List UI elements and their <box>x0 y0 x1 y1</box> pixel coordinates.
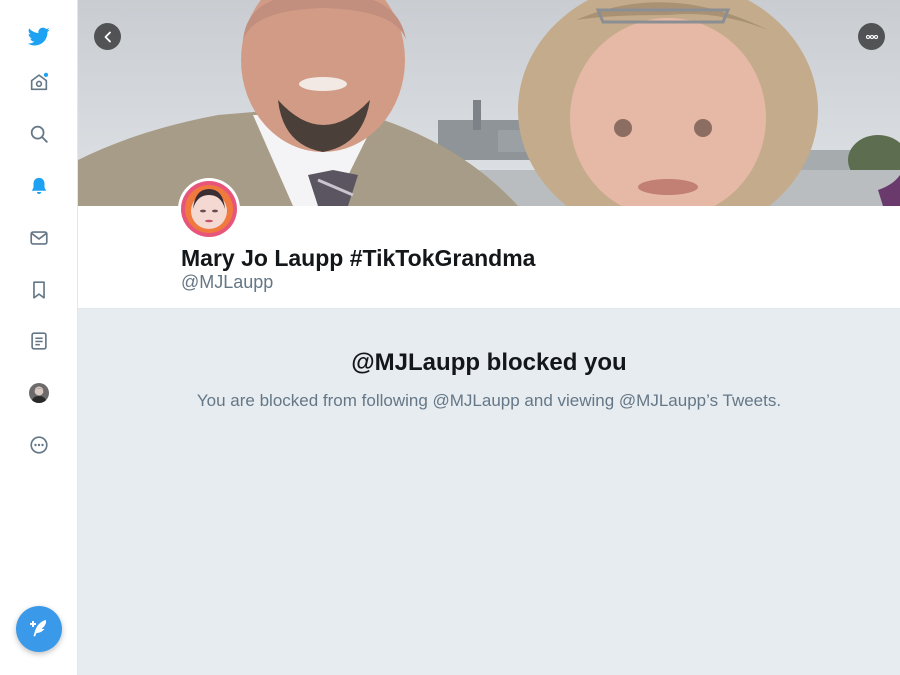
sidebar-nav <box>0 0 78 675</box>
back-button[interactable] <box>94 23 121 50</box>
notifications-icon[interactable] <box>19 166 59 206</box>
profile-avatar-icon[interactable] <box>19 373 59 413</box>
compose-tweet-icon[interactable] <box>16 606 62 652</box>
profile-page: Mary Jo Laupp #TikTokGrandma @MJLaupp @M… <box>78 0 900 675</box>
profile-display-name: Mary Jo Laupp #TikTokGrandma <box>181 245 536 271</box>
blocked-title: @MJLaupp blocked you <box>351 349 627 376</box>
app-window: Mary Jo Laupp #TikTokGrandma @MJLaupp @M… <box>0 0 900 675</box>
messages-icon[interactable] <box>19 218 59 258</box>
twitter-logo-icon[interactable] <box>19 16 59 56</box>
more-icon[interactable] <box>19 425 59 465</box>
profile-avatar[interactable] <box>178 178 240 240</box>
bookmarks-icon[interactable] <box>19 270 59 310</box>
profile-banner-image[interactable] <box>78 0 900 206</box>
search-icon[interactable] <box>19 114 59 154</box>
blocked-message: You are blocked from following @MJLaupp … <box>196 391 782 410</box>
home-icon[interactable] <box>19 62 59 102</box>
more-options-button[interactable] <box>858 23 885 50</box>
blocked-notice: @MJLaupp blocked you You are blocked fro… <box>78 309 900 675</box>
lists-icon[interactable] <box>19 321 59 361</box>
profile-handle: @MJLaupp <box>181 272 274 292</box>
